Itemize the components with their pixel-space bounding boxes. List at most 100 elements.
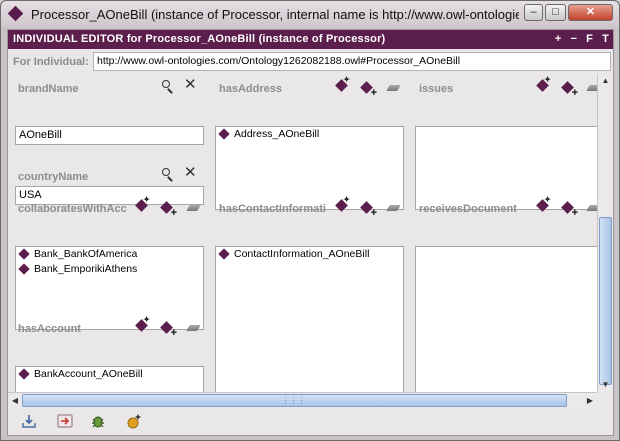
hascontactinformation-remove-button[interactable] bbox=[385, 200, 401, 215]
header-t-button[interactable]: T bbox=[602, 30, 609, 49]
issues-add-button[interactable]: + bbox=[561, 80, 578, 99]
collaborateswith-create-button[interactable]: ✦ bbox=[135, 196, 150, 213]
list-item-label: Address_AOneBill bbox=[234, 128, 320, 140]
plus-icon: + bbox=[170, 207, 177, 219]
remove-icon bbox=[186, 205, 201, 211]
plus-icon: + bbox=[170, 327, 177, 339]
close-icon: ✕ bbox=[184, 164, 197, 181]
editor-client-area: INDIVIDUAL EDITOR for Processor_AOneBill… bbox=[7, 29, 614, 436]
collaborateswith-remove-button[interactable] bbox=[185, 200, 201, 215]
remove-icon bbox=[586, 85, 597, 91]
header-add-button[interactable]: + bbox=[555, 30, 562, 49]
countryname-delete-button[interactable]: ✕ bbox=[184, 164, 199, 182]
receivesdocument-remove-button[interactable] bbox=[585, 200, 597, 215]
plus-icon: + bbox=[370, 87, 377, 99]
window-title: Processor_AOneBill (instance of Processo… bbox=[31, 7, 519, 22]
list-item[interactable]: ContactInformation_AOneBill bbox=[216, 247, 403, 262]
issues-remove-button[interactable] bbox=[585, 80, 597, 95]
export-icon[interactable] bbox=[57, 413, 73, 429]
import-icon[interactable] bbox=[21, 413, 37, 429]
hasaddress-label: hasAddress bbox=[219, 83, 282, 95]
list-item-label: Bank_EmporikiAthens bbox=[34, 263, 138, 275]
plus-icon: + bbox=[370, 207, 377, 219]
plus-icon: + bbox=[571, 87, 578, 99]
hascontactinformation-list[interactable]: ContactInformation_AOneBill bbox=[215, 246, 404, 392]
hasaccount-add-button[interactable]: + bbox=[160, 320, 177, 339]
instance-icon bbox=[218, 248, 230, 260]
collaborateswith-label: collaboratesWithAcc bbox=[18, 203, 127, 215]
hascontactinformation-create-button[interactable]: ✦ bbox=[335, 196, 350, 213]
receivesdocument-list[interactable] bbox=[415, 246, 597, 392]
close-button[interactable]: ✕ bbox=[568, 4, 613, 21]
remove-icon bbox=[386, 205, 401, 211]
editor-header: INDIVIDUAL EDITOR for Processor_AOneBill… bbox=[8, 30, 613, 49]
issues-label: issues bbox=[419, 83, 454, 95]
bottom-toolbar bbox=[8, 408, 613, 435]
hasaddress-create-button[interactable]: ✦ bbox=[335, 75, 350, 93]
scroll-down-arrow-icon[interactable]: ▼ bbox=[598, 378, 613, 392]
instance-icon bbox=[218, 128, 230, 140]
for-individual-field[interactable]: http://www.owl-ontologies.com/Ontology12… bbox=[93, 52, 611, 71]
countryname-search-button[interactable] bbox=[160, 167, 175, 182]
list-item[interactable]: Address_AOneBill bbox=[216, 127, 403, 142]
list-item[interactable]: Bank_BankOfAmerica bbox=[16, 247, 203, 262]
grip-icon: ⋮⋮⋮ bbox=[281, 395, 306, 405]
header-tools: + − F T bbox=[555, 30, 609, 49]
vertical-scrollbar[interactable]: ▲ ▼ bbox=[597, 74, 613, 392]
bug-icon[interactable] bbox=[90, 413, 106, 429]
for-individual-label: For Individual: bbox=[13, 56, 89, 68]
remove-icon bbox=[586, 205, 597, 211]
receivesdocument-create-button[interactable]: ✦ bbox=[536, 195, 551, 213]
plus-icon: + bbox=[571, 207, 578, 219]
issues-list[interactable] bbox=[415, 126, 597, 210]
header-remove-button[interactable]: − bbox=[571, 30, 578, 49]
list-item[interactable]: BankAccount_AOneBill bbox=[16, 367, 203, 382]
sparkle-icon: ✦ bbox=[143, 315, 150, 324]
editor-window: Processor_AOneBill (instance of Processo… bbox=[0, 0, 620, 441]
title-bar[interactable]: Processor_AOneBill (instance of Processo… bbox=[1, 1, 619, 28]
remove-icon bbox=[186, 325, 201, 331]
sparkle-icon: ✦ bbox=[544, 195, 551, 204]
collaborateswith-add-button[interactable]: + bbox=[160, 200, 177, 219]
remove-icon bbox=[386, 85, 401, 91]
brandname-label: brandName bbox=[18, 83, 79, 95]
for-individual-row: For Individual: http://www.owl-ontologie… bbox=[8, 51, 613, 73]
brandname-field[interactable]: AOneBill bbox=[15, 126, 204, 145]
receivesdocument-add-button[interactable]: + bbox=[561, 200, 578, 219]
brandname-search-button[interactable] bbox=[160, 79, 175, 94]
scroll-right-arrow-icon[interactable]: ▶ bbox=[583, 393, 597, 408]
list-item[interactable]: Bank_EmporikiAthens bbox=[16, 262, 203, 277]
header-f-button[interactable]: F bbox=[586, 30, 593, 49]
horizontal-scroll-thumb[interactable]: ⋮⋮⋮ bbox=[22, 394, 567, 407]
list-item-label: ContactInformation_AOneBill bbox=[234, 248, 370, 260]
properties-panel: brandName ✕ AOneBill countryName ✕ USA h… bbox=[8, 74, 597, 392]
hasaddress-remove-button[interactable] bbox=[385, 80, 401, 95]
hasaccount-list[interactable]: BankAccount_AOneBill bbox=[15, 366, 204, 392]
hascontactinformation-label: hasContactInformati bbox=[219, 203, 326, 215]
search-icon bbox=[162, 80, 170, 88]
hasaddress-add-button[interactable]: + bbox=[360, 80, 377, 99]
hasaccount-create-button[interactable]: ✦ bbox=[135, 315, 150, 333]
hasaddress-list[interactable]: Address_AOneBill bbox=[215, 126, 404, 210]
scroll-up-arrow-icon[interactable]: ▲ bbox=[598, 74, 613, 88]
countryname-label: countryName bbox=[18, 171, 89, 183]
search-icon bbox=[162, 168, 170, 176]
instance-icon bbox=[18, 248, 30, 260]
maximize-button[interactable]: □ bbox=[545, 4, 566, 21]
receivesdocument-label: receivesDocument bbox=[419, 203, 517, 215]
list-item-label: BankAccount_AOneBill bbox=[34, 368, 143, 380]
hasaccount-remove-button[interactable] bbox=[185, 320, 201, 335]
issues-create-button[interactable]: ✦ bbox=[536, 75, 551, 93]
brandname-delete-button[interactable]: ✕ bbox=[184, 77, 199, 94]
list-item-label: Bank_BankOfAmerica bbox=[34, 248, 138, 260]
collaborateswith-list[interactable]: Bank_BankOfAmerica Bank_EmporikiAthens bbox=[15, 246, 204, 330]
create-instance-icon[interactable] bbox=[126, 413, 142, 429]
minimize-button[interactable]: – bbox=[524, 4, 543, 21]
horizontal-scrollbar[interactable]: ◀ ⋮⋮⋮ ▶ bbox=[8, 392, 597, 408]
vertical-scroll-thumb[interactable] bbox=[599, 217, 612, 385]
scroll-left-arrow-icon[interactable]: ◀ bbox=[8, 393, 22, 408]
sparkle-icon: ✦ bbox=[343, 75, 350, 84]
hasaccount-label: hasAccount bbox=[18, 323, 81, 335]
sparkle-icon: ✦ bbox=[544, 75, 551, 84]
hascontactinformation-add-button[interactable]: + bbox=[360, 200, 377, 219]
